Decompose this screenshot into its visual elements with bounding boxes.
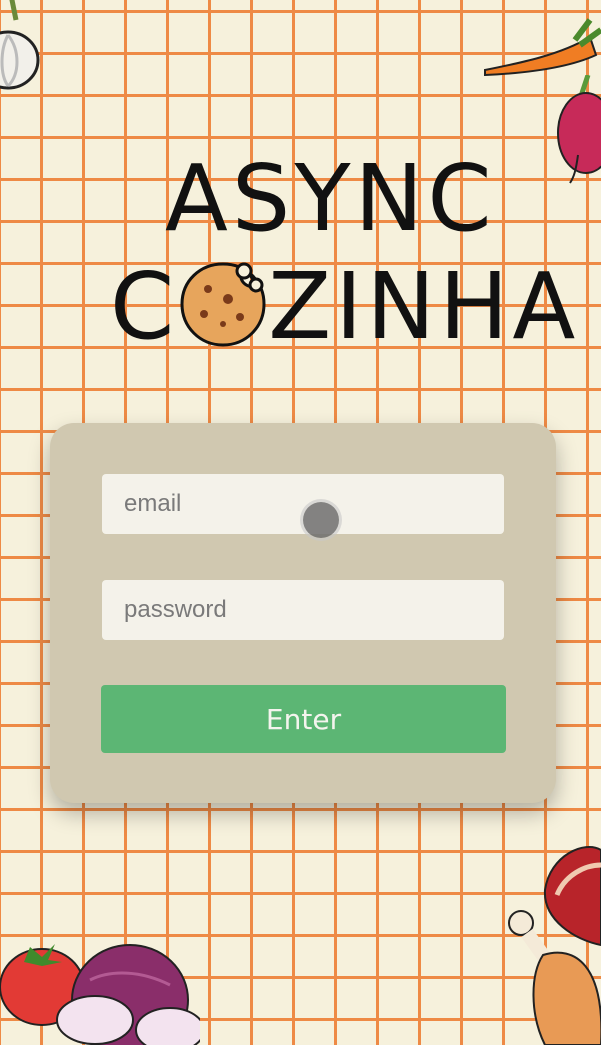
chicken-leg-icon	[508, 910, 601, 1045]
logo-title-line1: ASYNC	[165, 145, 496, 252]
app-logo: ASYNC C ZINHA	[110, 145, 575, 360]
cookie-icon	[180, 262, 266, 347]
onion-icon	[56, 944, 200, 1045]
logo-title-line2-start: C	[110, 253, 179, 360]
logo-title-line2-end: ZINHA	[268, 253, 580, 360]
logo-title-line2: C ZINHA	[110, 253, 575, 360]
password-field[interactable]	[102, 580, 504, 640]
login-card: Enter	[50, 423, 556, 803]
touch-indicator	[303, 502, 339, 538]
garlic-icon	[0, 0, 40, 90]
enter-button[interactable]: Enter	[101, 685, 506, 753]
